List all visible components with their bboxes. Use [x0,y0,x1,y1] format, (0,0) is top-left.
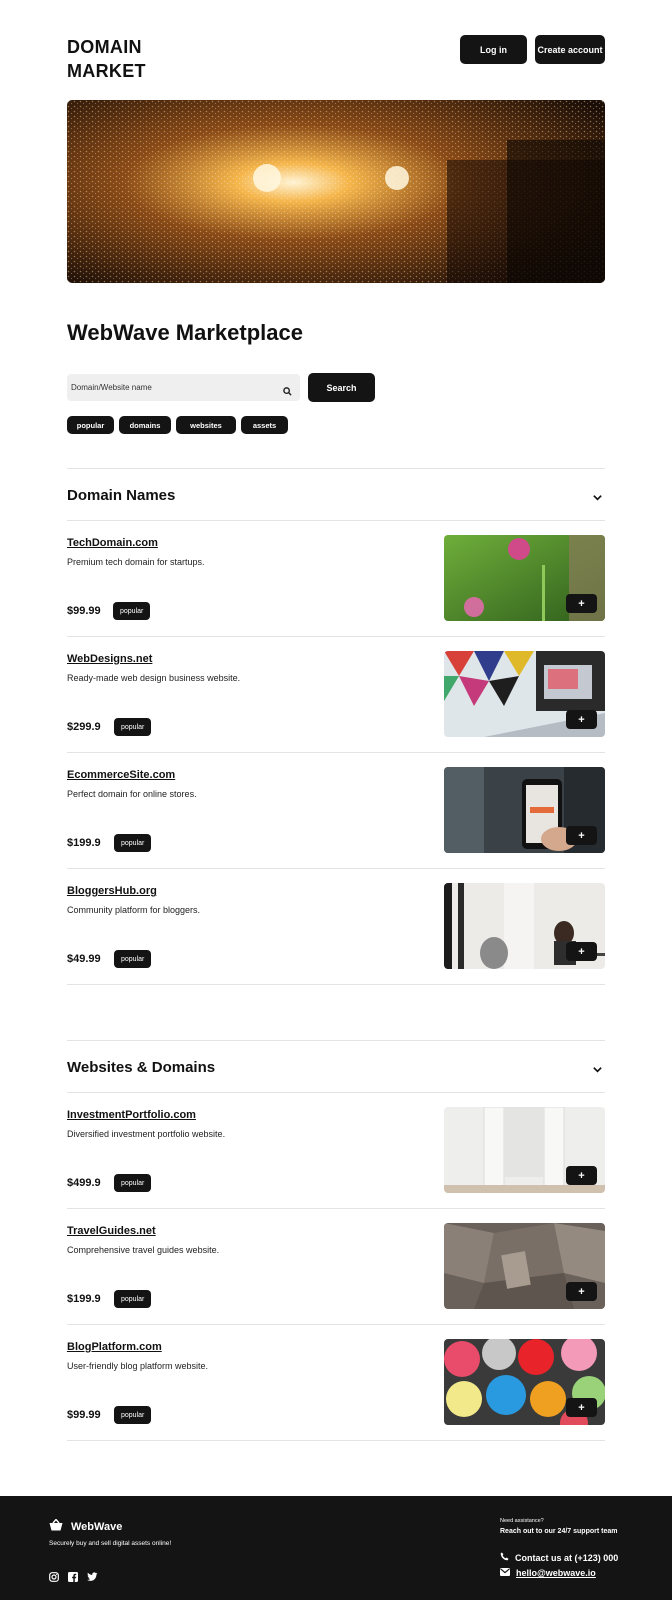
section-header[interactable]: Websites & Domains [67,1040,605,1093]
status-badge: popular [114,1174,152,1192]
need-assistance-label: Need assistance? [500,1518,544,1524]
item-image: + [444,1223,605,1309]
section-websites-domains: Websites & Domains InvestmentPortfolio.c… [67,1040,605,1441]
add-to-cart-button[interactable]: + [566,1398,597,1417]
chevron-down-icon[interactable] [592,490,603,501]
item-image: + [444,767,605,853]
add-to-cart-button[interactable]: + [566,1166,597,1185]
footer-brand-name: WebWave [71,1521,123,1533]
item-price: $99.99 [67,605,101,617]
phone-icon [500,1552,509,1563]
social-links [49,1569,98,1582]
item-description: Perfect domain for online stores. [67,789,197,799]
tag-list: popular domains websites assets [67,416,288,434]
hero-image [67,100,605,283]
status-badge: popular [114,718,152,736]
page-title: WebWave Marketplace [67,320,303,345]
item-price: $199.9 [67,1293,101,1305]
item-image: + [444,651,605,737]
item-price: $499.9 [67,1177,101,1189]
login-button[interactable]: Log in [460,35,527,64]
search-button[interactable]: Search [308,373,375,402]
item-image: + [444,1107,605,1193]
status-badge: popular [114,834,152,852]
add-to-cart-button[interactable]: + [566,594,597,613]
create-account-button[interactable]: Create account [535,35,605,64]
header: DOMAIN MARKET Log in Create account [67,35,605,85]
footer: WebWave Securely buy and sell digital as… [0,1496,672,1600]
mail-icon [500,1568,510,1578]
list-item: InvestmentPortfolio.com Diversified inve… [67,1093,605,1209]
status-badge: popular [114,1406,152,1424]
status-badge: popular [113,602,151,620]
tag-domains[interactable]: domains [119,416,171,434]
phone-contact[interactable]: Contact us at (+123) 000 [500,1552,618,1563]
add-to-cart-button[interactable]: + [566,942,597,961]
list-item: BloggersHub.org Community platform for b… [67,869,605,985]
item-description: Ready-made web design business website. [67,673,241,683]
tag-websites[interactable]: websites [176,416,236,434]
chevron-down-icon[interactable] [592,1062,603,1073]
header-actions: Log in Create account [460,35,605,64]
list-item: BlogPlatform.com User-friendly blog plat… [67,1325,605,1441]
footer-contact: Need assistance? Reach out to our 24/7 s… [500,1518,618,1578]
section-domain-names: Domain Names TechDomain.com Premium tech… [67,468,605,985]
list-item: TravelGuides.net Comprehensive travel gu… [67,1209,605,1325]
section-title: Websites & Domains [67,1059,216,1076]
item-price: $49.99 [67,953,101,965]
twitter-icon[interactable] [87,1569,98,1581]
item-name-link[interactable]: EcommerceSite.com [67,769,175,781]
item-description: Community platform for bloggers. [67,905,201,915]
tag-assets[interactable]: assets [241,416,288,434]
item-image: + [444,1339,605,1425]
item-image: + [444,883,605,969]
support-text: Reach out to our 24/7 support team [500,1528,618,1535]
tag-popular[interactable]: popular [67,416,114,434]
item-image: + [444,535,605,621]
section-header[interactable]: Domain Names [67,468,605,521]
site-logo[interactable]: DOMAIN MARKET [67,35,207,83]
item-description: Premium tech domain for startups. [67,557,205,567]
item-name-link[interactable]: BloggersHub.org [67,885,157,897]
instagram-icon[interactable] [49,1569,59,1582]
status-badge: popular [114,950,152,968]
status-badge: popular [114,1290,152,1308]
list-item: TechDomain.com Premium tech domain for s… [67,521,605,637]
basket-icon [49,1518,63,1536]
item-price: $199.9 [67,837,101,849]
item-name-link[interactable]: InvestmentPortfolio.com [67,1109,196,1121]
item-name-link[interactable]: BlogPlatform.com [67,1341,162,1353]
item-name-link[interactable]: WebDesigns.net [67,653,152,665]
email-link[interactable]: hello@webwave.io [516,1568,596,1578]
search-icon[interactable] [283,383,292,396]
section-title: Domain Names [67,487,176,504]
list-item: EcommerceSite.com Perfect domain for onl… [67,753,605,869]
email-contact[interactable]: hello@webwave.io [500,1568,596,1578]
item-name-link[interactable]: TravelGuides.net [67,1225,156,1237]
add-to-cart-button[interactable]: + [566,1282,597,1301]
item-price: $99.99 [67,1409,101,1421]
search-input[interactable] [71,374,271,401]
item-name-link[interactable]: TechDomain.com [67,537,158,549]
search-box [67,374,300,401]
item-price: $299.9 [67,721,101,733]
footer-tagline: Securely buy and sell digital assets onl… [49,1540,172,1547]
add-to-cart-button[interactable]: + [566,826,597,845]
item-description: Comprehensive travel guides website. [67,1245,220,1255]
list-item: WebDesigns.net Ready-made web design bus… [67,637,605,753]
phone-text: Contact us at (+123) 000 [515,1552,619,1563]
item-description: Diversified investment portfolio website… [67,1129,226,1139]
add-to-cart-button[interactable]: + [566,710,597,729]
item-description: User-friendly blog platform website. [67,1361,209,1371]
facebook-icon[interactable] [68,1569,78,1582]
footer-brand[interactable]: WebWave [49,1518,122,1536]
